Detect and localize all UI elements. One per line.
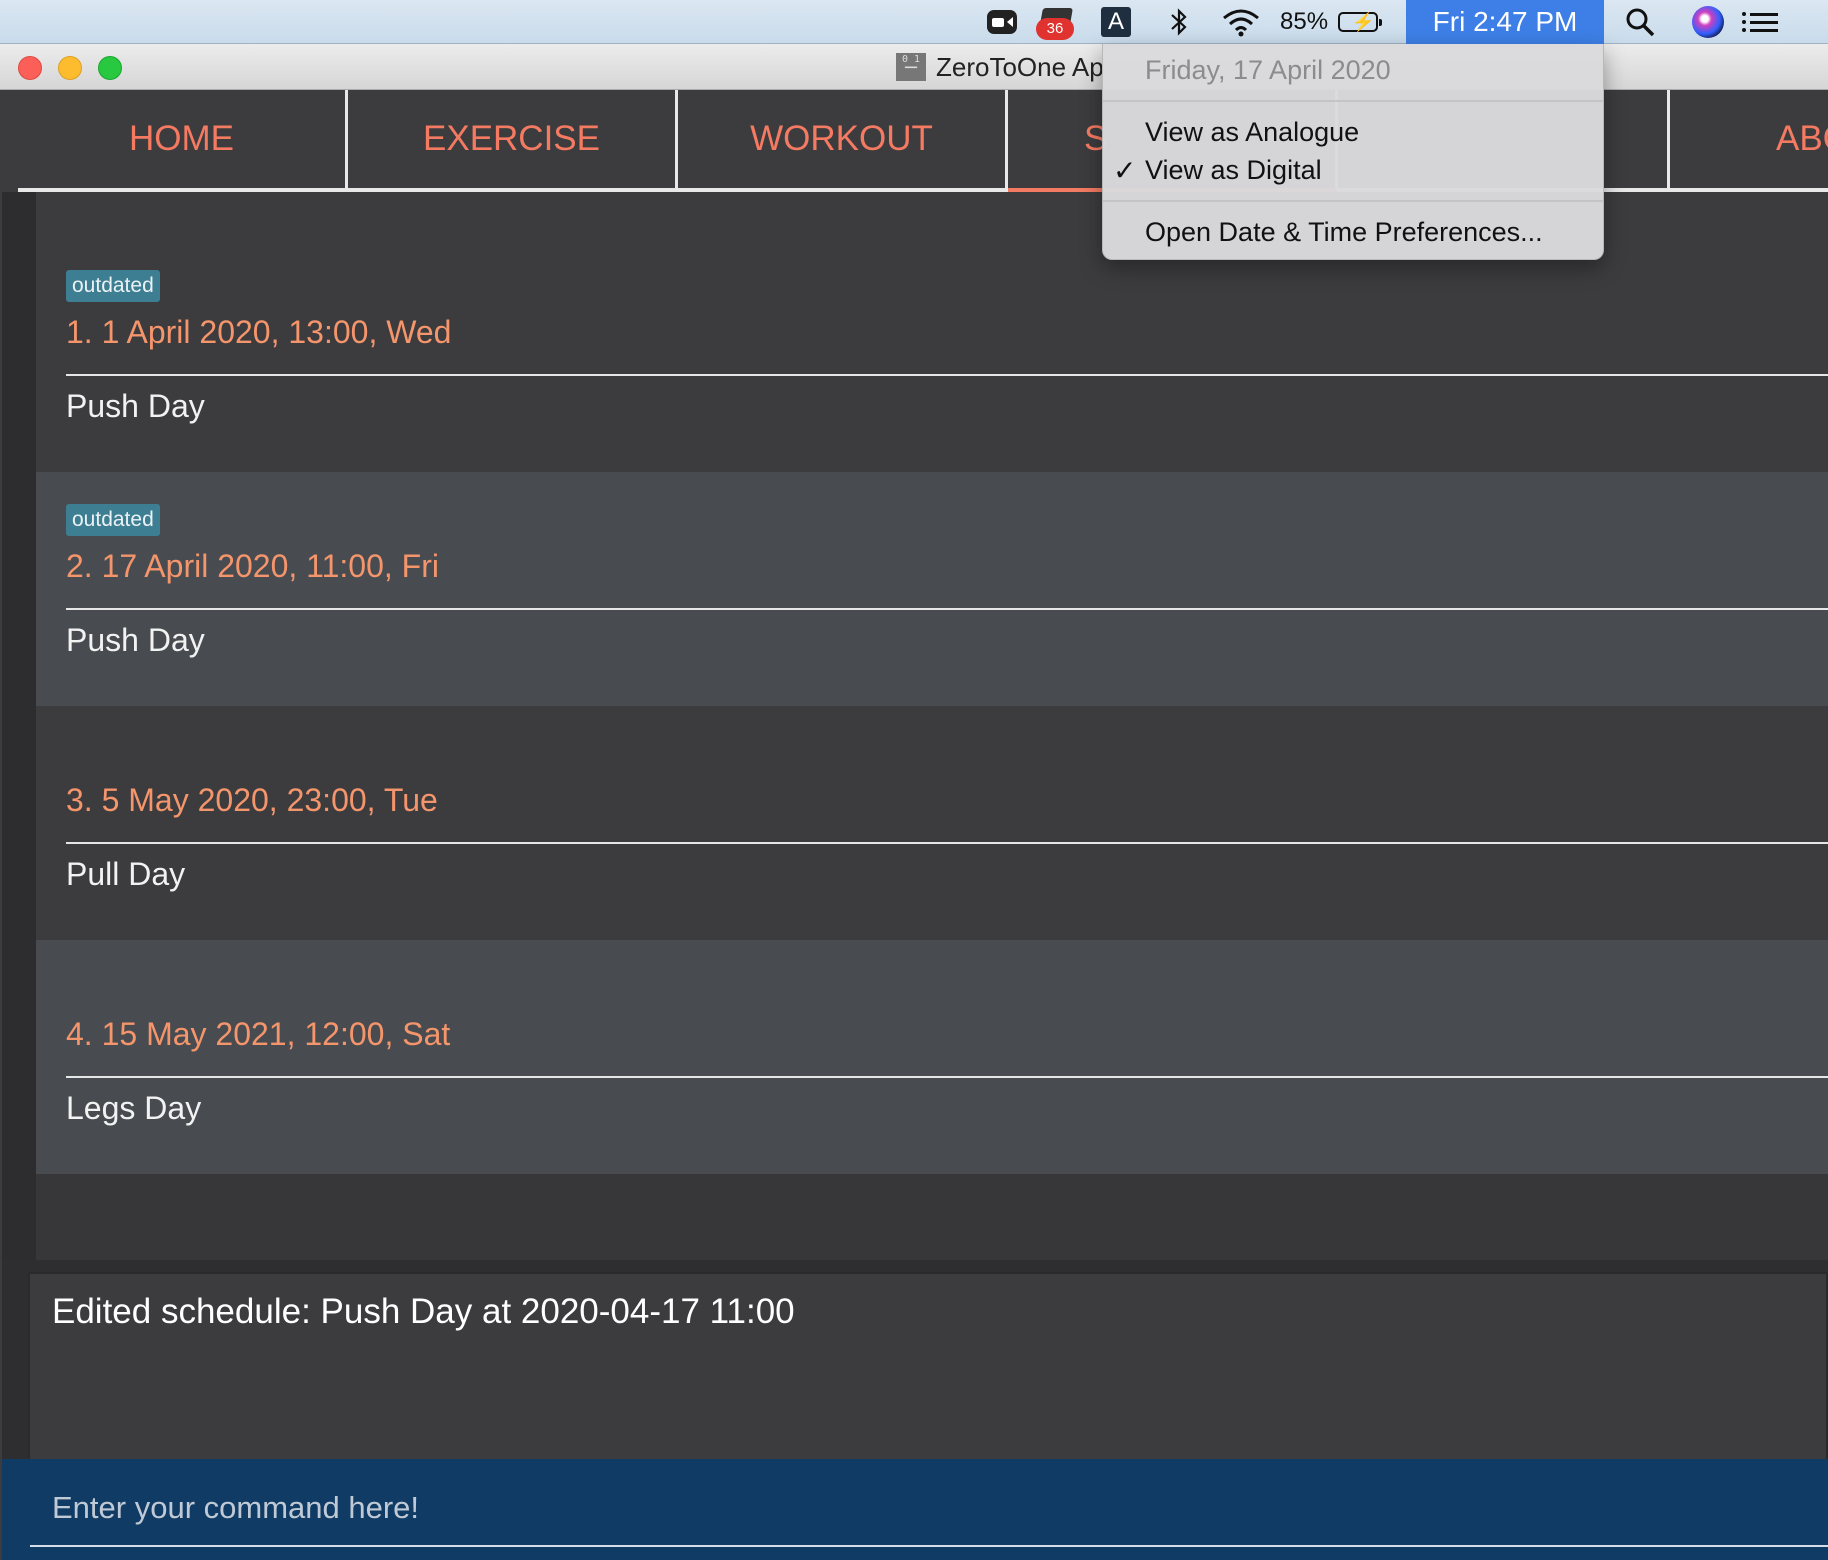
input-source-label: A [1101, 7, 1131, 37]
menu-item-view-digital[interactable]: ✓ View as Digital [1103, 150, 1603, 190]
schedule-datetime: 2. 17 April 2020, 11:00, Fri [66, 548, 439, 584]
card-divider [66, 842, 1828, 844]
close-button[interactable] [18, 56, 42, 80]
card-divider [66, 1076, 1828, 1078]
tab-exercise[interactable]: EXERCISE [348, 90, 678, 192]
wifi-icon[interactable] [1218, 0, 1264, 44]
schedule-datetime: 4. 15 May 2021, 12:00, Sat [66, 1016, 451, 1052]
battery-status[interactable]: 85% ⚡ [1280, 0, 1396, 44]
input-source-icon[interactable]: A [1096, 0, 1136, 44]
schedule-datetime: 3. 5 May 2020, 23:00, Tue [66, 782, 438, 818]
schedule-card[interactable]: outdated 2. 17 April 2020, 11:00, Fri Pu… [36, 472, 1828, 706]
workout-name: Push Day [66, 622, 205, 658]
command-panel [2, 1459, 1828, 1560]
battery-icon: ⚡ [1338, 12, 1383, 32]
menu-separator [1103, 100, 1603, 102]
zoom-icon[interactable] [980, 0, 1024, 44]
menu-bar: 36 A 85% ⚡ Fri 2:47 PM [0, 0, 1828, 44]
schedule-card[interactable]: 3. 5 May 2020, 23:00, Tue Pull Day [36, 706, 1828, 940]
menu-date-header: Friday, 17 April 2020 [1103, 50, 1603, 90]
schedule-card[interactable]: outdated 1. 1 April 2020, 13:00, Wed Pus… [36, 238, 1828, 472]
spotlight-search-icon[interactable] [1620, 0, 1660, 44]
command-input[interactable] [30, 1471, 1828, 1547]
notification-center-icon[interactable] [1742, 0, 1782, 44]
menu-separator [1103, 200, 1603, 202]
tab-home[interactable]: HOME [18, 90, 348, 192]
menubar-clock[interactable]: Fri 2:47 PM [1406, 0, 1604, 44]
minimize-button[interactable] [58, 56, 82, 80]
workout-name: Push Day [66, 388, 205, 424]
menu-item-date-time-preferences[interactable]: Open Date & Time Preferences... [1103, 212, 1603, 252]
checkmark-icon: ✓ [1113, 154, 1137, 186]
siri-icon[interactable] [1688, 0, 1728, 44]
maximize-button[interactable] [98, 56, 122, 80]
card-divider [66, 608, 1828, 610]
menu-item-view-analogue[interactable]: View as Analogue [1103, 112, 1603, 152]
schedule-datetime: 1. 1 April 2020, 13:00, Wed [66, 314, 452, 350]
battery-percent: 85% [1280, 8, 1329, 35]
schedule-card[interactable]: 4. 15 May 2021, 12:00, Sat Legs Day [36, 940, 1828, 1174]
result-display[interactable]: Edited schedule: Push Day at 2020-04-17 … [28, 1272, 1828, 1482]
window-title: ZeroToOne Ap [936, 51, 1104, 82]
outdated-tag: outdated [66, 270, 160, 302]
app-window: 0 1 ▔▔ ZeroToOne Ap HOME EXERCISE WORKOUT… [0, 44, 1828, 1560]
menu-item-label: View as Analogue [1145, 116, 1360, 147]
clock-dropdown-menu: Friday, 17 April 2020 View as Analogue ✓… [1102, 44, 1604, 260]
tab-workout[interactable]: WORKOUT [678, 90, 1008, 192]
app-logo-icon: 0 1 ▔▔ [896, 53, 926, 81]
tab-about[interactable]: ABO [1670, 90, 1828, 192]
menu-item-label: Open Date & Time Preferences... [1145, 216, 1543, 247]
workout-name: Pull Day [66, 856, 186, 892]
workout-name: Legs Day [66, 1090, 202, 1126]
side-panel [2, 192, 36, 1342]
result-message: Edited schedule: Push Day at 2020-04-17 … [52, 1292, 795, 1331]
card-divider [66, 374, 1828, 376]
menu-item-label: View as Digital [1145, 154, 1322, 185]
bluetooth-icon[interactable] [1162, 0, 1196, 44]
notification-badge: 36 [1036, 18, 1074, 40]
outdated-tag: outdated [66, 504, 160, 536]
menu-date-label: Friday, 17 April 2020 [1145, 54, 1391, 85]
schedule-list[interactable]: outdated 1. 1 April 2020, 13:00, Wed Pus… [36, 238, 1828, 1298]
